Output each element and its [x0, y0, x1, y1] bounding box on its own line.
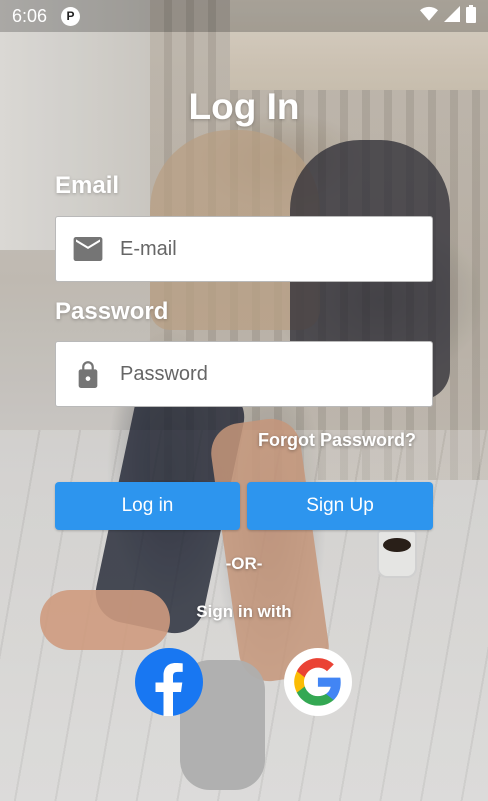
password-field[interactable] [55, 341, 433, 407]
email-field[interactable] [55, 216, 433, 282]
google-icon[interactable] [284, 648, 352, 716]
or-divider: -OR- [225, 554, 263, 573]
signup-button[interactable]: Sign Up [247, 482, 433, 530]
email-input[interactable] [120, 237, 410, 261]
lock-icon [72, 358, 104, 390]
login-screen: Log In Email Password Forgot Password? L… [0, 0, 488, 801]
email-label: Email [55, 172, 120, 199]
sign-in-with-label: Sign in with [196, 602, 292, 621]
password-input[interactable] [120, 362, 410, 386]
page-title: Log In [188, 86, 300, 127]
login-button[interactable]: Log in [55, 482, 240, 530]
password-label: Password [55, 298, 169, 325]
facebook-icon[interactable] [135, 648, 203, 716]
forgot-password-link[interactable]: Forgot Password? [258, 430, 416, 451]
mail-icon [72, 233, 104, 265]
